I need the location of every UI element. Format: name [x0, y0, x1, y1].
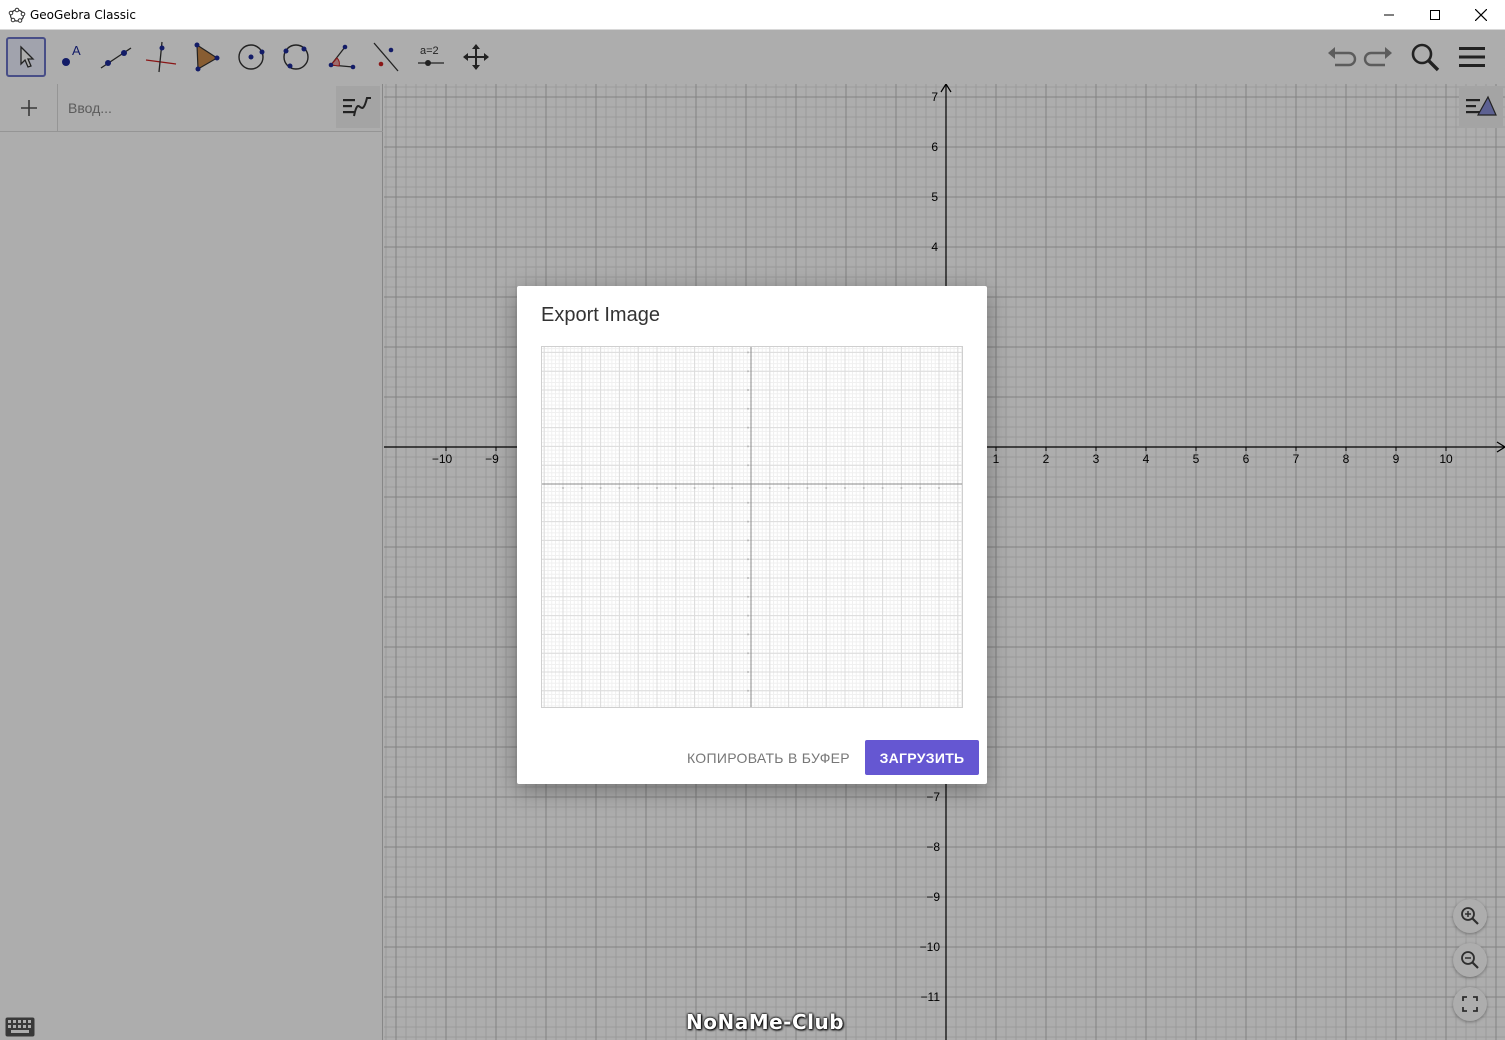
maximize-icon: [1430, 10, 1440, 20]
preview-tick: [806, 487, 809, 489]
title-bar: GeoGebra Classic: [0, 0, 1505, 30]
preview-tick: [747, 577, 749, 579]
watermark: NoNaMe-Club: [686, 1010, 845, 1034]
download-button[interactable]: ЗАГРУЗИТЬ: [865, 740, 979, 775]
preview-tick: [747, 671, 749, 673]
minimize-button[interactable]: [1366, 0, 1412, 30]
preview-tick: [656, 487, 658, 489]
preview-tick: [637, 487, 640, 489]
maximize-button[interactable]: [1412, 0, 1458, 30]
dialog-title: Export Image: [541, 304, 660, 326]
preview-tick: [747, 351, 749, 354]
export-image-dialog: Export Image КОПИРОВАТЬ В БУФЕР ЗАГРУЗИТ…: [517, 286, 987, 784]
window-title: GeoGebra Classic: [30, 8, 136, 22]
preview-tick: [747, 520, 749, 523]
copy-to-clipboard-button[interactable]: КОПИРОВАТЬ В БУФЕР: [677, 741, 860, 775]
preview-tick: [712, 487, 715, 489]
preview-tick: [747, 370, 749, 373]
preview-tick: [747, 595, 749, 598]
preview-tick: [747, 501, 749, 504]
preview-tick: [580, 487, 583, 489]
preview-tick: [747, 445, 749, 448]
preview-tick: [747, 407, 749, 410]
preview-tick: [881, 487, 884, 489]
preview-tick: [747, 464, 749, 467]
preview-tick: [825, 487, 828, 489]
preview-tick: [674, 487, 677, 489]
preview-tick: [747, 558, 749, 561]
preview-tick: [747, 689, 749, 692]
close-icon: [1475, 9, 1487, 21]
preview-tick: [787, 487, 790, 489]
minimize-icon: [1384, 14, 1394, 16]
export-preview-image: [541, 346, 963, 708]
preview-tick: [599, 487, 602, 489]
preview-tick: [731, 487, 734, 489]
preview-tick: [747, 614, 749, 617]
preview-tick: [747, 426, 749, 429]
preview-tick: [562, 487, 564, 489]
preview-tick: [747, 389, 749, 391]
preview-tick: [747, 633, 749, 636]
geogebra-logo-icon: [8, 7, 26, 23]
preview-tick: [919, 487, 922, 489]
preview-tick: [900, 487, 903, 489]
preview-tick: [844, 487, 846, 489]
preview-tick: [693, 487, 696, 489]
close-button[interactable]: [1458, 0, 1504, 30]
preview-tick: [862, 487, 865, 489]
preview-tick: [768, 487, 771, 489]
preview-tick: [747, 652, 749, 655]
preview-tick: [618, 487, 621, 489]
preview-tick: [747, 539, 749, 542]
preview-tick: [938, 487, 940, 489]
